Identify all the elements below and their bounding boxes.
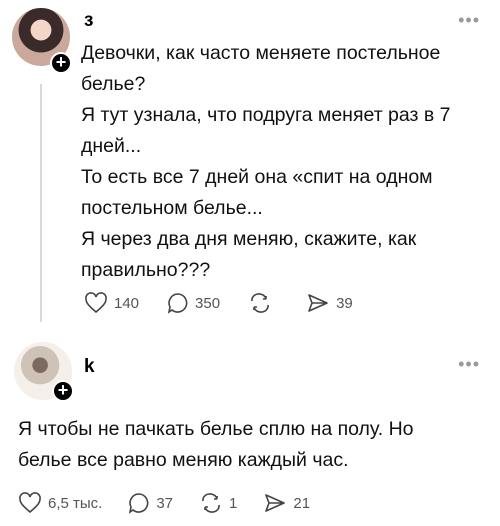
post-text-line: постельном белье... <box>81 197 263 219</box>
post-2: k ••• Я чтобы не пачкать белье сплю на п… <box>0 332 500 526</box>
more-options-icon[interactable]: ••• <box>458 10 480 31</box>
repost-icon <box>251 293 269 313</box>
post-text-line: Я чтобы не пачкать белье сплю на полу. Н… <box>18 418 414 440</box>
send-icon <box>308 294 328 312</box>
post-text-line: правильно??? <box>81 259 211 281</box>
post-text-line: Девочки, как часто меняете постельное <box>81 42 441 64</box>
thread-line <box>40 84 42 322</box>
post-text-line: Я тут узнала, что подруга меняет раз в 7 <box>81 104 451 126</box>
comment-button[interactable]: 37 <box>128 492 173 514</box>
repost-button[interactable]: 1 <box>199 492 237 514</box>
follow-plus-icon[interactable]: + <box>52 380 74 402</box>
like-button[interactable]: 6,5 тыс. <box>18 492 102 514</box>
repost-icon <box>202 493 220 513</box>
comment-count: 350 <box>195 294 221 312</box>
share-button[interactable]: 21 <box>263 492 310 514</box>
repost-count: 1 <box>229 494 238 512</box>
post-actions: 6,5 тыс. 37 1 21 <box>18 492 310 514</box>
post-text-line: белье все равно меняю каждый час. <box>18 449 349 471</box>
heart-icon <box>85 292 107 314</box>
share-count: 39 <box>336 294 353 312</box>
like-button[interactable]: 140 <box>84 292 139 314</box>
comment-icon <box>167 293 188 314</box>
comment-button[interactable]: 350 <box>167 292 220 314</box>
share-button[interactable]: 39 <box>306 292 353 314</box>
post-text-line: Я через два дня меняю, скажите, как <box>81 228 417 250</box>
post-text-line: дней... <box>81 135 142 157</box>
send-icon <box>265 494 286 512</box>
post-text-line: То есть все 7 дней она «спит на одном <box>81 166 433 188</box>
post-1: + з ••• Девочки, как часто меняете посте… <box>0 0 500 330</box>
like-count: 140 <box>114 294 140 312</box>
more-options-icon[interactable]: ••• <box>458 354 480 375</box>
comment-icon <box>129 493 149 514</box>
post-text: Девочки, как часто меняете постельное бе… <box>81 38 493 286</box>
follow-plus-icon[interactable]: + <box>50 52 72 74</box>
post-actions: 140 350 39 <box>84 292 353 314</box>
username[interactable]: k <box>84 356 95 378</box>
post-text: Я чтобы не пачкать белье сплю на полу. Н… <box>18 414 488 476</box>
username[interactable]: з <box>84 10 93 32</box>
comment-count: 37 <box>156 494 174 512</box>
heart-icon <box>19 492 41 514</box>
share-count: 21 <box>293 494 311 512</box>
post-text-line: белье? <box>81 73 146 95</box>
repost-button[interactable] <box>248 292 278 314</box>
like-count: 6,5 тыс. <box>48 494 103 512</box>
